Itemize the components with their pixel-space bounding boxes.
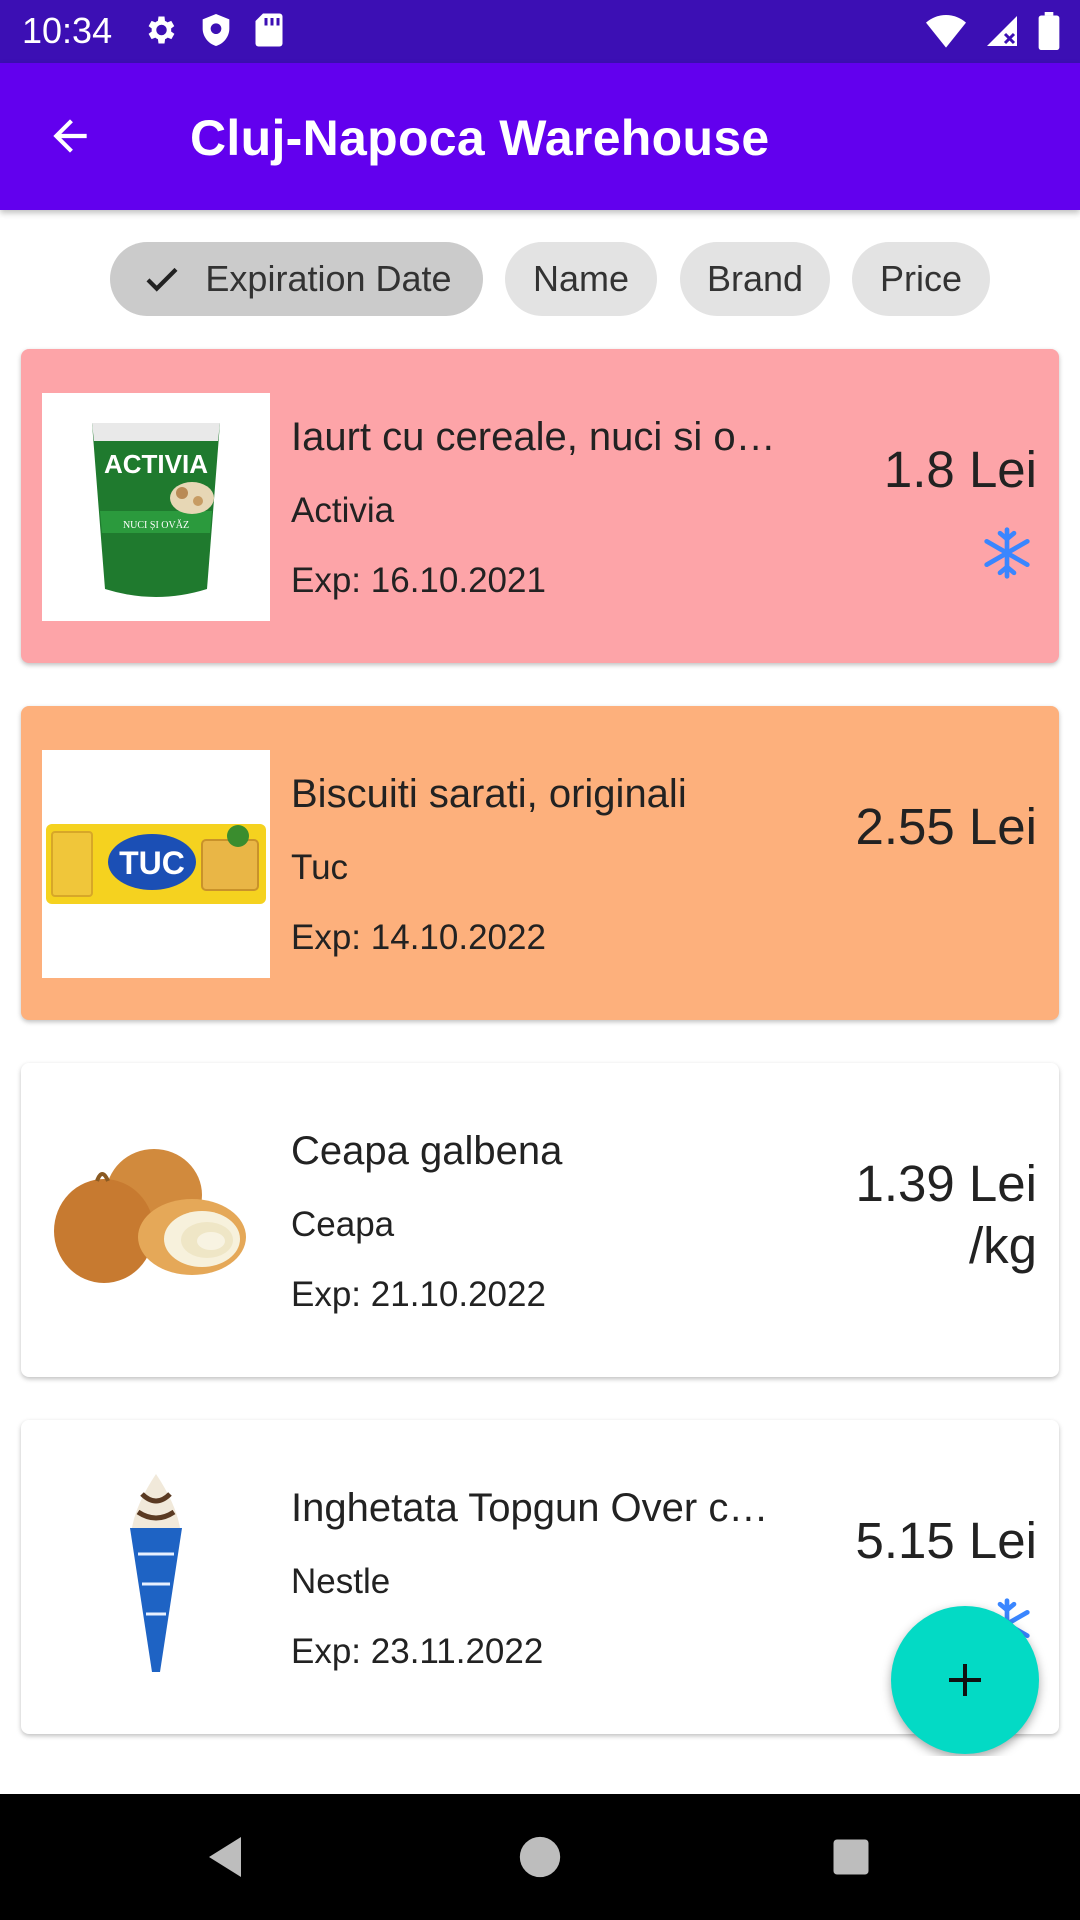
chip-label: Brand	[706, 258, 804, 299]
product-image-ice-cream-cone	[42, 1464, 270, 1692]
product-card[interactable]: Ceapa galbena Ceapa Exp: 21.10.2022 1.39…	[21, 1063, 1059, 1377]
product-name: Ceapa galbena	[291, 1129, 563, 1173]
chip-label: Name	[532, 258, 630, 299]
arrow-back-icon	[53, 119, 87, 153]
plus-icon	[949, 1664, 981, 1696]
product-price-value: 1.39 Lei	[855, 1155, 1038, 1212]
product-name: Biscuiti sarati, originali	[291, 772, 687, 816]
page-title: Cluj-Napoca Warehouse	[190, 110, 770, 166]
chip-brand[interactable]: Brand	[680, 242, 830, 316]
svg-text:TUC: TUC	[119, 845, 185, 881]
product-price: 1.39 Lei /kg	[856, 1153, 1038, 1277]
chip-label: Price	[879, 258, 963, 299]
chip-name[interactable]: Name	[505, 242, 657, 316]
battery-icon	[1038, 12, 1060, 50]
product-expiration: Exp: 21.10.2022	[291, 1275, 546, 1314]
product-name: Inghetata Topgun Over c…	[291, 1486, 769, 1530]
chip-expiration-date[interactable]: Expiration Date	[110, 242, 483, 316]
back-triangle-icon	[209, 1837, 241, 1877]
chip-label: Expiration Date	[205, 258, 452, 299]
signal-icon	[984, 13, 1020, 49]
nav-back-button[interactable]	[192, 1824, 258, 1890]
product-image-tuc-crackers: TUC	[42, 750, 270, 978]
nav-home-button[interactable]	[507, 1824, 573, 1890]
recents-square-icon	[833, 1839, 869, 1875]
product-expiration: Exp: 14.10.2022	[291, 918, 546, 957]
product-card[interactable]: ACTIVIA NUCI ȘI OVĂZ Iaurt cu cereale, n…	[21, 349, 1059, 663]
product-price-unit: /kg	[968, 1217, 1037, 1274]
product-expiration: Exp: 16.10.2021	[291, 561, 546, 600]
svg-text:ACTIVIA: ACTIVIA	[104, 449, 208, 479]
snowflake-icon	[979, 525, 1035, 586]
add-product-button[interactable]	[891, 1606, 1039, 1754]
product-price: 1.8 Lei	[883, 441, 1037, 498]
product-name: Iaurt cu cereale, nuci si o…	[291, 415, 776, 459]
status-bar: 10:34	[0, 0, 1080, 63]
product-brand: Ceapa	[291, 1205, 395, 1244]
check-icon	[141, 258, 183, 300]
back-button[interactable]	[44, 111, 104, 161]
shield-icon	[200, 12, 232, 48]
svg-text:NUCI ȘI OVĂZ: NUCI ȘI OVĂZ	[123, 519, 189, 531]
sort-chip-group: Expiration Date Name Brand Price	[0, 242, 1080, 316]
product-image-onions	[42, 1107, 270, 1335]
product-expiration: Exp: 23.11.2022	[291, 1632, 544, 1671]
list-bottom-spacer	[0, 1756, 1080, 1794]
product-price: 2.55 Lei	[855, 798, 1038, 855]
product-price: 5.15 Lei	[855, 1512, 1038, 1569]
product-brand: Nestle	[291, 1562, 391, 1601]
product-card[interactable]: TUC Biscuiti sarati, originali Tuc Exp: …	[21, 706, 1059, 1020]
status-time: 10:34	[22, 10, 113, 51]
wifi-icon	[926, 14, 966, 48]
product-brand: Tuc	[291, 848, 349, 887]
product-brand: Activia	[291, 491, 395, 530]
system-navigation-bar	[0, 1794, 1080, 1920]
app-bar: Cluj-Napoca Warehouse	[0, 63, 1080, 210]
nav-recents-button[interactable]	[818, 1824, 884, 1890]
gear-icon	[142, 12, 178, 48]
sd-card-icon	[254, 12, 284, 48]
product-image-activia-yogurt: ACTIVIA NUCI ȘI OVĂZ	[42, 393, 270, 621]
home-circle-icon	[519, 1836, 561, 1878]
chip-price[interactable]: Price	[852, 242, 990, 316]
